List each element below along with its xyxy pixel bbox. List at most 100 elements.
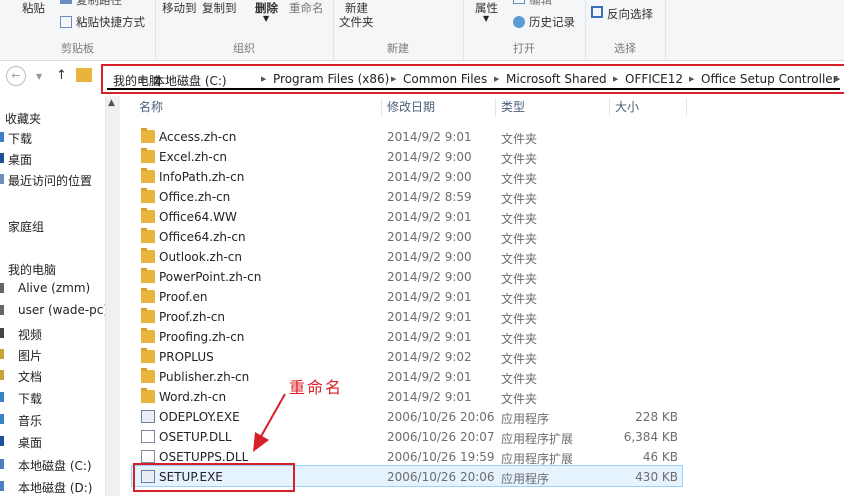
file-row[interactable]: Office64.zh-cn 2014/9/2 9:00 文件夹: [131, 227, 686, 247]
scroll-up-icon[interactable]: ▲: [108, 98, 115, 108]
sidebar-item-icon: [0, 392, 4, 402]
recent-dropdown-icon[interactable]: ▼: [36, 72, 42, 81]
column-header-date[interactable]: 修改日期: [387, 98, 435, 115]
folder-icon: [141, 388, 155, 403]
breadcrumb-item[interactable]: Office Setup Controller: [701, 72, 838, 86]
breadcrumb-underline: [107, 88, 840, 90]
file-date: 2006/10/26 20:06: [387, 410, 495, 424]
history-button[interactable]: 历史记录: [529, 14, 575, 30]
breadcrumb-item[interactable]: 本地磁盘 (C:): [153, 72, 227, 89]
new-folder-button[interactable]: 文件夹: [339, 14, 374, 30]
open-group: 属性 ▼ 编辑 历史记录 打开: [463, 0, 586, 60]
file-row[interactable]: Office64.WW 2014/9/2 9:01 文件夹: [131, 207, 686, 227]
folder-icon: [141, 348, 155, 363]
file-date: 2014/9/2 8:59: [387, 190, 472, 204]
file-type: 应用程序: [501, 412, 550, 426]
file-row[interactable]: OSETUP.DLL 2006/10/26 20:07 应用程序扩展 6,384 KB: [131, 427, 686, 447]
file-date: 2014/9/2 9:01: [387, 330, 472, 344]
move-to-button[interactable]: 移动到: [162, 0, 197, 16]
sidebar-item[interactable]: 本地磁盘 (D:): [18, 479, 92, 496]
breadcrumb-chevron-icon[interactable]: ▶: [689, 75, 694, 83]
up-button-icon[interactable]: ↑: [56, 68, 67, 83]
sidebar-item[interactable]: 桌面: [18, 434, 42, 451]
column-header-name[interactable]: 名称: [139, 98, 163, 115]
paste-button[interactable]: 粘贴: [22, 0, 45, 16]
file-date: 2006/10/26 20:06: [387, 470, 495, 484]
file-row[interactable]: Word.zh-cn 2014/9/2 9:01 文件夹: [131, 387, 686, 407]
file-type: 文件夹: [501, 392, 538, 406]
folder-icon: [141, 148, 155, 163]
history-icon: [513, 16, 525, 28]
column-header-type[interactable]: 类型: [501, 98, 525, 115]
file-type: 文件夹: [501, 352, 538, 366]
clipboard-group-label: 剪贴板: [61, 42, 94, 55]
column-divider[interactable]: [686, 98, 687, 116]
file-name: InfoPath.zh-cn: [159, 170, 245, 184]
sidebar-item[interactable]: 音乐: [18, 412, 42, 429]
column-divider[interactable]: [495, 98, 496, 116]
file-row[interactable]: Proofing.zh-cn 2014/9/2 9:01 文件夹: [131, 327, 686, 347]
column-header-size[interactable]: 大小: [615, 98, 639, 115]
file-row[interactable]: Excel.zh-cn 2014/9/2 9:00 文件夹: [131, 147, 686, 167]
clipboard-group: 粘贴 复制路径 粘贴快捷方式 剪贴板: [0, 0, 156, 60]
sidebar-item[interactable]: 桌面: [8, 151, 32, 168]
file-row[interactable]: Publisher.zh-cn 2014/9/2 9:01 文件夹: [131, 367, 686, 387]
annotation-arrow-icon: [253, 393, 286, 452]
back-button-icon[interactable]: ←: [6, 66, 26, 86]
sidebar-homegroup[interactable]: 家庭组: [8, 218, 44, 235]
breadcrumb-item[interactable]: Program Files (x86): [273, 72, 389, 86]
breadcrumb-chevron-icon[interactable]: ▶: [613, 75, 618, 83]
sidebar-item-icon: [0, 414, 4, 424]
organize-group-label: 组织: [233, 42, 255, 55]
file-date: 2014/9/2 9:02: [387, 350, 472, 364]
file-row[interactable]: InfoPath.zh-cn 2014/9/2 9:00 文件夹: [131, 167, 686, 187]
sidebar-item[interactable]: Alive (zmm): [18, 281, 90, 295]
paste-shortcut-button[interactable]: 粘贴快捷方式: [76, 14, 145, 30]
file-date: 2014/9/2 9:01: [387, 310, 472, 324]
sidebar-item[interactable]: user (wade-pc): [18, 303, 108, 317]
breadcrumb-chevron-icon[interactable]: ▶: [141, 75, 146, 83]
copy-path-button[interactable]: 复制路径: [76, 0, 122, 8]
copy-to-button[interactable]: 复制到: [202, 0, 237, 16]
sidebar-item[interactable]: 视频: [18, 326, 42, 343]
file-row[interactable]: PowerPoint.zh-cn 2014/9/2 9:00 文件夹: [131, 267, 686, 287]
breadcrumb-item[interactable]: Common Files: [403, 72, 487, 86]
file-row[interactable]: ODEPLOY.EXE 2006/10/26 20:06 应用程序 228 KB: [131, 407, 686, 427]
navigation-pane-scrollbar[interactable]: ▲: [105, 96, 120, 496]
breadcrumb-chevron-icon[interactable]: ▶: [261, 75, 266, 83]
file-row[interactable]: Office.zh-cn 2014/9/2 8:59 文件夹: [131, 187, 686, 207]
delete-dropdown-icon[interactable]: ▼: [263, 14, 269, 23]
file-row[interactable]: PROPLUS 2014/9/2 9:02 文件夹: [131, 347, 686, 367]
breadcrumb-chevron-icon[interactable]: ▶: [391, 75, 396, 83]
folder-icon: [141, 368, 155, 383]
file-row[interactable]: Access.zh-cn 2014/9/2 9:01 文件夹: [131, 127, 686, 147]
new-group-label: 新建: [387, 42, 409, 55]
sidebar-my-computer[interactable]: 我的电脑: [8, 261, 56, 278]
rename-button[interactable]: 重命名: [289, 0, 324, 16]
folder-icon: [141, 128, 155, 143]
sidebar-favorites[interactable]: 收藏夹: [5, 110, 41, 127]
file-row[interactable]: Outlook.zh-cn 2014/9/2 9:00 文件夹: [131, 247, 686, 267]
sidebar-item[interactable]: 图片: [18, 347, 42, 364]
file-date: 2006/10/26 19:59: [387, 450, 495, 464]
sidebar-item[interactable]: 下载: [18, 390, 42, 407]
sidebar-item[interactable]: 下载: [8, 130, 32, 147]
file-size: 228 KB: [635, 410, 678, 424]
sidebar-item[interactable]: 最近访问的位置: [8, 172, 92, 189]
breadcrumb-item[interactable]: Microsoft Shared: [506, 72, 607, 86]
file-row[interactable]: Proof.zh-cn 2014/9/2 9:01 文件夹: [131, 307, 686, 327]
organize-group: 移动到 复制到 删除 重命名 ▼ 组织: [155, 0, 334, 60]
column-divider[interactable]: [609, 98, 610, 116]
invert-selection-button[interactable]: 反向选择: [607, 6, 653, 22]
breadcrumb-chevron-icon[interactable]: ▶: [835, 75, 840, 83]
edit-button[interactable]: 编辑: [529, 0, 552, 8]
sidebar-item-icon: [0, 174, 4, 184]
breadcrumb-item[interactable]: OFFICE12: [625, 72, 683, 86]
file-name: Proof.zh-cn: [159, 310, 225, 324]
sidebar-item[interactable]: 文档: [18, 368, 42, 385]
column-divider[interactable]: [381, 98, 382, 116]
breadcrumb-chevron-icon[interactable]: ▶: [494, 75, 499, 83]
file-row[interactable]: Proof.en 2014/9/2 9:01 文件夹: [131, 287, 686, 307]
properties-dropdown-icon[interactable]: ▼: [483, 14, 489, 23]
sidebar-item[interactable]: 本地磁盘 (C:): [18, 457, 92, 474]
